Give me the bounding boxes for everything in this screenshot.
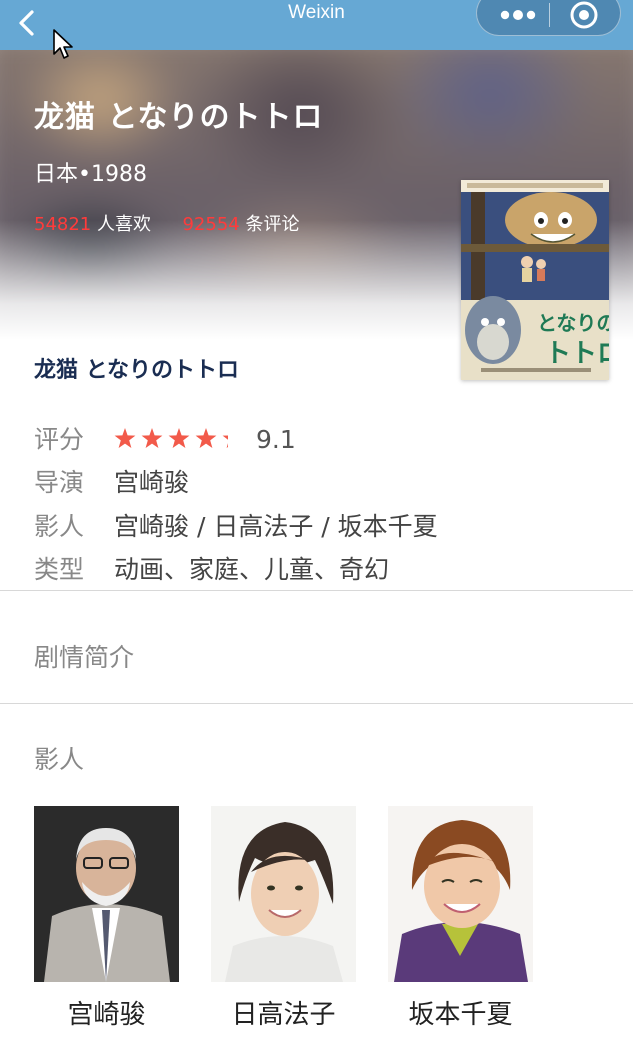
mouse-cursor-icon bbox=[52, 28, 76, 62]
cast-card[interactable]: 宫崎骏 bbox=[34, 806, 179, 1031]
cast-name: 日高法子 bbox=[231, 1000, 336, 1030]
hero-stats: 54821 人喜欢 92554 条评论 bbox=[34, 210, 299, 236]
rating-value: 9.1 bbox=[256, 425, 296, 454]
cast-section-title: 影人 bbox=[34, 745, 85, 774]
divider bbox=[0, 590, 633, 591]
cast-card[interactable]: 日高法子 bbox=[211, 806, 356, 1031]
hero-country-year: 日本•1988 bbox=[34, 162, 147, 187]
divider bbox=[0, 703, 633, 704]
capsule-divider bbox=[549, 3, 550, 27]
comments-count: 92554 bbox=[182, 214, 240, 235]
menu-capsule bbox=[476, 0, 621, 36]
cast-row: 影人 宫崎骏 / 日高法子 / 坂本千夏 bbox=[34, 507, 438, 543]
director-label: 导演 bbox=[34, 468, 85, 497]
cast-value: 宫崎骏 / 日高法子 / 坂本千夏 bbox=[114, 512, 438, 541]
more-dots-icon bbox=[500, 10, 536, 20]
movie-title: 龙猫 となりのトトロ bbox=[34, 358, 239, 383]
genre-value: 动画、家庭、儿童、奇幻 bbox=[114, 555, 390, 584]
genre-label: 类型 bbox=[34, 555, 85, 584]
top-nav-bar: Weixin bbox=[0, 0, 633, 50]
genre-row: 类型 动画、家庭、儿童、奇幻 bbox=[34, 550, 389, 586]
movie-poster[interactable]: となりの トトロ bbox=[461, 180, 609, 380]
rating-row: 评分 9.1 bbox=[34, 420, 296, 456]
rating-label: 评分 bbox=[34, 425, 85, 454]
svg-text:となりの: となりの bbox=[537, 311, 609, 335]
star-icon bbox=[114, 428, 228, 448]
likes-count: 54821 bbox=[34, 214, 92, 235]
hero-title: 龙猫 となりのトトロ bbox=[34, 100, 324, 135]
cast-card[interactable]: 坂本千夏 bbox=[388, 806, 533, 1031]
rating-stars bbox=[114, 426, 242, 456]
close-miniprogram-button[interactable] bbox=[559, 0, 611, 33]
avatar bbox=[388, 806, 533, 982]
director-row: 导演 宫崎骏 bbox=[34, 463, 189, 499]
director-value: 宫崎骏 bbox=[114, 468, 190, 497]
cast-name: 坂本千夏 bbox=[408, 1000, 513, 1030]
svg-text:トトロ: トトロ bbox=[545, 339, 609, 369]
cast-name: 宫崎骏 bbox=[67, 1000, 146, 1030]
cast-label: 影人 bbox=[34, 512, 85, 541]
comments-label: 条评论 bbox=[245, 214, 300, 235]
likes-label: 人喜欢 bbox=[97, 214, 151, 235]
target-circle-icon bbox=[570, 1, 598, 29]
avatar bbox=[211, 806, 356, 982]
synopsis-section-title[interactable]: 剧情简介 bbox=[34, 638, 134, 674]
avatar bbox=[34, 806, 179, 982]
more-button[interactable] bbox=[483, 0, 549, 33]
poster-image: となりの トトロ bbox=[461, 180, 609, 380]
